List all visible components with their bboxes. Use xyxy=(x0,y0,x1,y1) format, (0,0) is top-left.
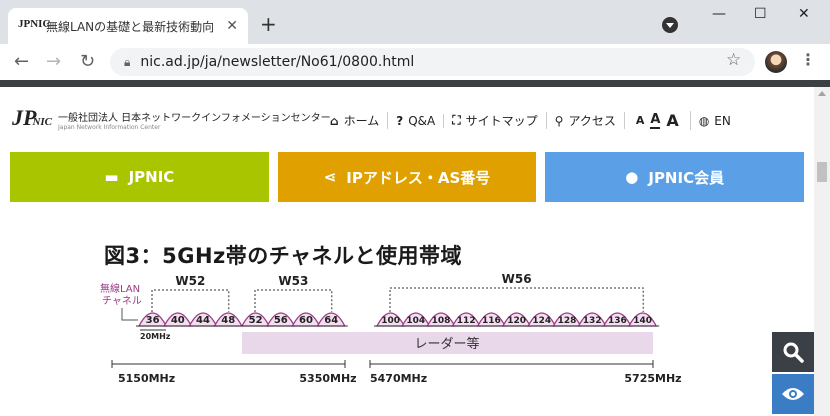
omnibox[interactable]: 🔒︎ nic.ad.jp/ja/newsletter/No61/0800.htm… xyxy=(110,48,755,76)
user-icon: ● xyxy=(625,168,639,186)
back-arrow-icon[interactable]: ← xyxy=(14,52,29,72)
jpnic-button[interactable]: ▬ JPNIC xyxy=(10,152,269,202)
search-fab-button[interactable] xyxy=(772,332,814,372)
channel-108: 108 xyxy=(432,316,451,326)
group-label-w52: W52 xyxy=(175,274,205,288)
forward-arrow-icon[interactable]: → xyxy=(46,52,61,72)
channel-140: 140 xyxy=(633,316,652,326)
logo-japanese-name: 一般社団法人 日本ネットワークインフォメーションセンター xyxy=(58,113,331,124)
nav-access[interactable]: ⚲ アクセス xyxy=(547,112,625,129)
close-window-button[interactable]: ✕ xyxy=(798,6,810,22)
reload-icon[interactable]: ↻ xyxy=(80,52,95,72)
label-connector xyxy=(121,308,138,321)
question-icon: ? xyxy=(396,113,404,128)
channel-116: 116 xyxy=(482,316,501,326)
tab-search-icon[interactable] xyxy=(662,17,678,33)
channel-60: 60 xyxy=(299,315,313,326)
channel-120: 120 xyxy=(507,316,526,326)
url-text[interactable]: nic.ad.jp/ja/newsletter/No61/0800.html xyxy=(140,54,414,70)
channel-40: 40 xyxy=(171,315,185,326)
sitemap-icon: ⛶ xyxy=(452,113,461,127)
scroll-up-icon[interactable] xyxy=(818,91,826,96)
font-size-selector: A A A xyxy=(625,111,691,130)
ip-address-button[interactable]: ⋖ IPアドレス・AS番号 xyxy=(277,152,537,202)
group-bracket xyxy=(254,289,333,312)
home-icon: ⌂ xyxy=(330,113,339,128)
address-bar-row: ← → ↻ 🔒︎ nic.ad.jp/ja/newsletter/No61/08… xyxy=(0,44,830,80)
profile-avatar[interactable] xyxy=(765,51,787,73)
font-size-medium-button[interactable]: A xyxy=(650,112,661,129)
channel-104: 104 xyxy=(406,316,425,326)
nav-sitemap[interactable]: ⛶ サイトマップ xyxy=(444,112,547,129)
nav-home[interactable]: ⌂ ホーム xyxy=(322,112,389,129)
browser-tab-strip: JPNIC 無線LANの基礎と最新技術動向 - JPNIC ✕ + — ☐ ✕ xyxy=(0,0,830,44)
site-header: JPNIC 一般社団法人 日本ネットワークインフォメーションセンター Japan… xyxy=(0,87,814,152)
tab-title: 無線LANの基礎と最新技術動向 - JPNIC xyxy=(46,19,216,34)
page-scrollbar[interactable] xyxy=(814,87,830,416)
browser-tab[interactable]: JPNIC 無線LANの基礎と最新技術動向 - JPNIC ✕ xyxy=(8,8,248,44)
nav-qa[interactable]: ? Q&A xyxy=(388,113,445,128)
channel-124: 124 xyxy=(532,316,551,326)
freq-label: 5470MHz xyxy=(370,372,427,385)
font-size-small-button[interactable]: A xyxy=(636,114,645,127)
group-bracket xyxy=(389,287,644,312)
top-navigation: ⌂ ホーム ? Q&A ⛶ サイトマップ ⚲ アクセス A A A ◍ EN xyxy=(322,111,739,130)
channel-132: 132 xyxy=(583,316,602,326)
minimize-button[interactable]: — xyxy=(712,6,726,22)
channel-44: 44 xyxy=(196,315,210,326)
view-fab-button[interactable] xyxy=(772,374,814,414)
logo-mark: JPNIC xyxy=(12,105,53,130)
globe-icon: ◍ xyxy=(698,113,710,128)
category-buttons: ▬ JPNIC ⋖ IPアドレス・AS番号 ● JPNIC会員 xyxy=(10,152,805,202)
jpnic-logo[interactable]: JPNIC 一般社団法人 日本ネットワークインフォメーションセンター Japan… xyxy=(12,107,331,133)
nav-language[interactable]: ◍ EN xyxy=(691,114,739,128)
channel-56: 56 xyxy=(274,315,288,326)
group-bracket xyxy=(151,289,230,312)
channel-48: 48 xyxy=(221,315,235,326)
floating-actions xyxy=(772,332,814,414)
search-icon xyxy=(783,342,804,363)
channel-128: 128 xyxy=(558,316,577,326)
menu-kebab-icon[interactable]: ⋮ xyxy=(800,50,816,69)
map-pin-icon: ⚲ xyxy=(554,113,564,128)
channel-100: 100 xyxy=(381,316,400,326)
lan-label: 無線LAN xyxy=(100,282,140,295)
channel-diagram: 無線LANチャネル W52 36 40 44 48 W53 52 56 60 64 W56 100 104… xyxy=(100,272,682,385)
bandwidth-label: 20MHz xyxy=(140,332,171,341)
maximize-button[interactable]: ☐ xyxy=(754,6,767,22)
jpnic-member-button[interactable]: ● JPNIC会員 xyxy=(545,152,805,202)
group-label-w53: W53 xyxy=(278,274,308,288)
lock-icon: 🔒︎ xyxy=(124,54,131,69)
channel-36: 36 xyxy=(146,315,160,326)
channel-112: 112 xyxy=(457,316,476,326)
figure-title: 図3：5GHz帯のチャネルと使用帯域 xyxy=(104,244,463,268)
freq-label: 5150MHz xyxy=(118,372,175,385)
scrollbar-thumb[interactable] xyxy=(817,162,827,182)
new-tab-button[interactable]: + xyxy=(260,14,277,34)
eye-icon xyxy=(782,388,804,400)
close-tab-icon[interactable]: ✕ xyxy=(226,18,238,34)
group-label-w56: W56 xyxy=(502,272,532,286)
jpnic-favicon-icon: JPNIC xyxy=(18,18,51,30)
channel-label: チャネル xyxy=(102,295,142,307)
site-top-bar xyxy=(0,80,830,87)
channel-136: 136 xyxy=(608,316,627,326)
channel-52: 52 xyxy=(249,315,263,326)
freq-label: 5350MHz xyxy=(299,372,356,385)
bookmark-star-icon[interactable]: ☆ xyxy=(726,50,741,70)
channel-64: 64 xyxy=(324,315,338,326)
logo-english-name: Japan Network Information Center xyxy=(58,124,161,131)
radar-label: レーダー等 xyxy=(414,336,479,352)
share-icon: ⋖ xyxy=(323,168,337,186)
freq-label: 5725MHz xyxy=(624,372,681,385)
box-icon: ▬ xyxy=(104,168,119,186)
font-size-large-button[interactable]: A xyxy=(666,111,678,130)
